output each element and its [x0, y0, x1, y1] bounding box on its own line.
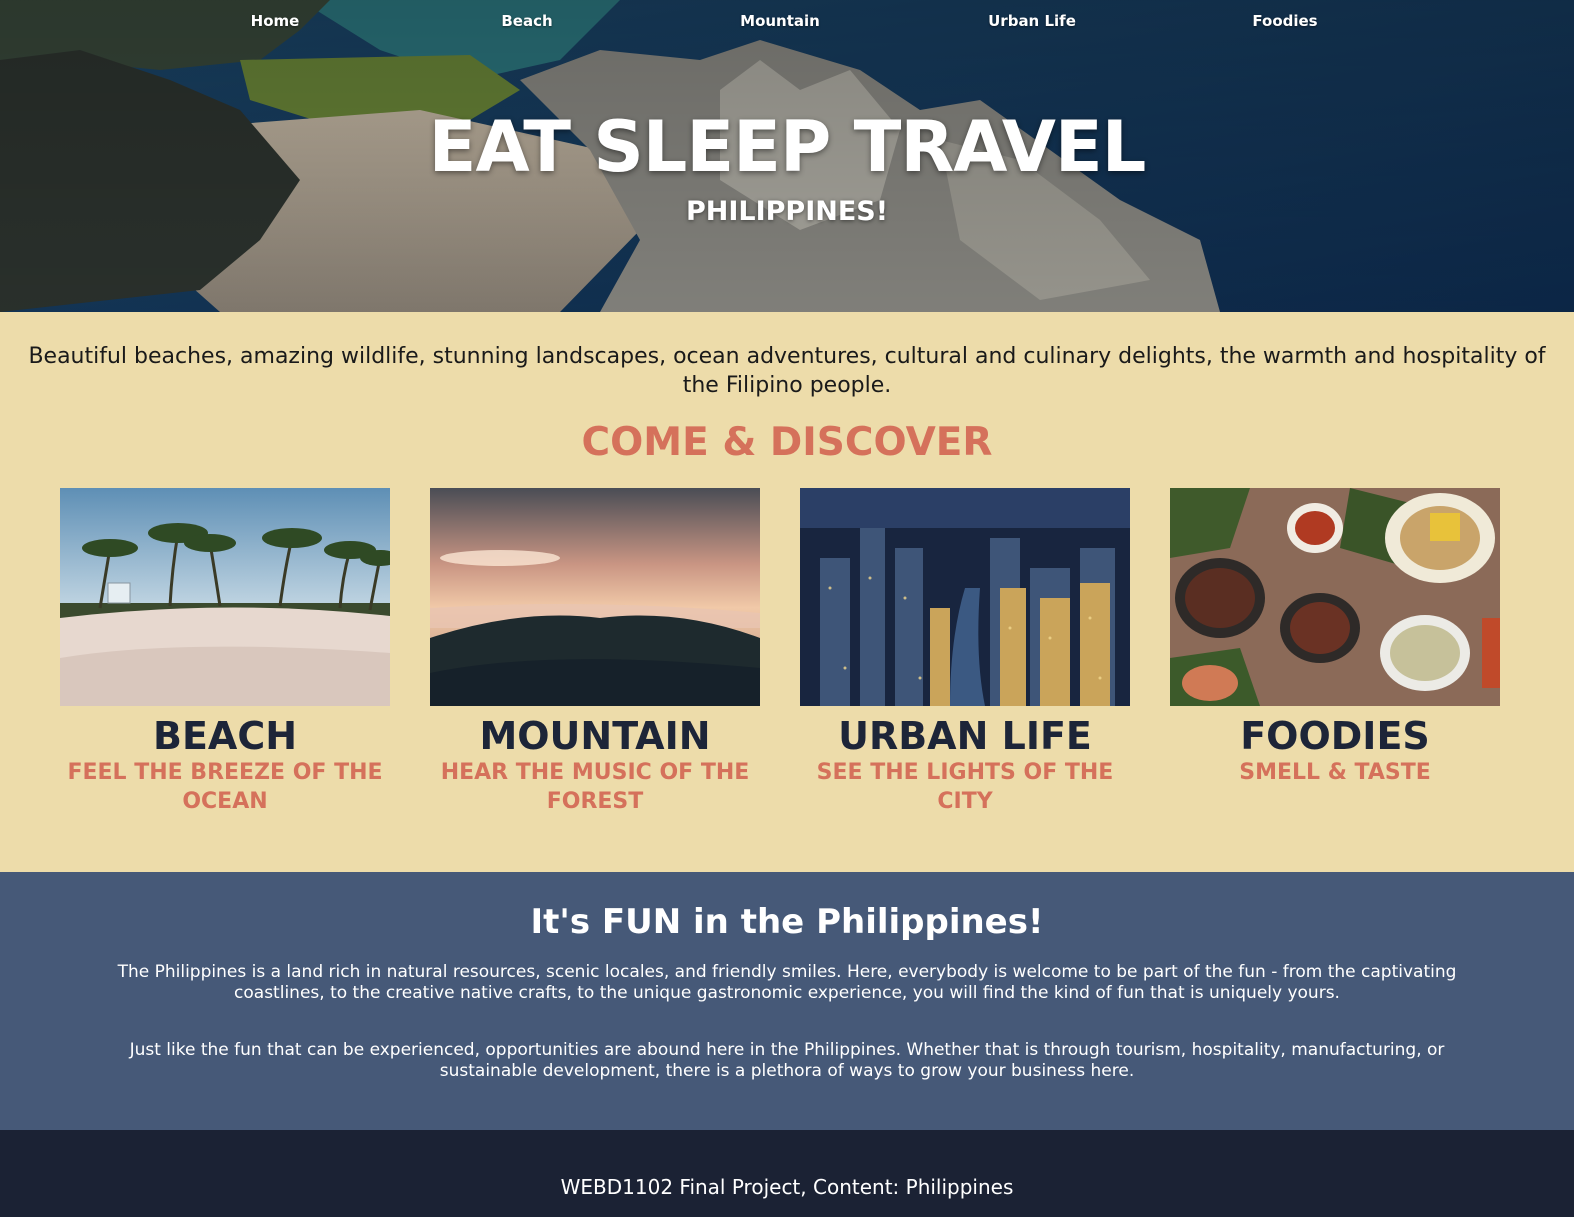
hero-banner: Home Beach Mountain Urban Life Foodies E…	[0, 0, 1574, 312]
intro-text: Beautiful beaches, amazing wildlife, stu…	[28, 344, 1546, 398]
nav-urban-life-link[interactable]: Urban Life	[988, 12, 1076, 30]
fun-title: It's FUN in the Philippines!	[530, 902, 1044, 942]
main-nav: Home Beach Mountain Urban Life Foodies	[0, 12, 1574, 36]
card-urban-life[interactable]: URBAN LIFE SEE THE LIGHTS OF THE CITY	[800, 488, 1130, 816]
card-subtitle: SMELL & TASTE	[1239, 760, 1431, 785]
card-title: URBAN LIFE	[838, 714, 1092, 758]
city-photo	[800, 488, 1130, 706]
mountain-photo	[430, 488, 760, 706]
footer-text: WEBD1102 Final Project, Content: Philipp…	[560, 1175, 1014, 1199]
fun-section: It's FUN in the Philippines! The Philipp…	[0, 872, 1574, 1130]
card-beach[interactable]: BEACH FEEL THE BREEZE OF THE OCEAN	[60, 488, 390, 816]
card-subtitle: HEAR THE MUSIC OF THE FOREST	[440, 760, 750, 814]
hero-subtitle: PHILIPPINES!	[685, 196, 889, 227]
nav-beach-link[interactable]: Beach	[501, 12, 552, 30]
card-title: BEACH	[152, 714, 298, 758]
discover-title: COME & DISCOVER	[581, 420, 993, 465]
card-subtitle: FEEL THE BREEZE OF THE OCEAN	[67, 760, 383, 814]
card-subtitle: SEE THE LIGHTS OF THE CITY	[816, 760, 1114, 814]
food-photo	[1170, 488, 1500, 706]
hero-title: EAT SLEEP TRAVEL	[428, 106, 1147, 188]
card-foodies[interactable]: FOODIES SMELL & TASTE	[1170, 488, 1500, 787]
nav-foodies-link[interactable]: Foodies	[1252, 12, 1317, 30]
fun-paragraph-1: The Philippines is a land rich in natura…	[117, 962, 1457, 1003]
fun-paragraph-2: Just like the fun that can be experience…	[129, 1040, 1445, 1081]
nav-mountain-link[interactable]: Mountain	[740, 12, 820, 30]
nav-home-link[interactable]: Home	[251, 12, 300, 30]
card-title: MOUNTAIN	[479, 714, 711, 758]
footer: WEBD1102 Final Project, Content: Philipp…	[0, 1130, 1574, 1217]
discover-section: Beautiful beaches, amazing wildlife, stu…	[0, 312, 1574, 872]
card-mountain[interactable]: MOUNTAIN HEAR THE MUSIC OF THE FOREST	[430, 488, 760, 816]
beach-photo	[60, 488, 390, 706]
card-title: FOODIES	[1240, 714, 1430, 758]
